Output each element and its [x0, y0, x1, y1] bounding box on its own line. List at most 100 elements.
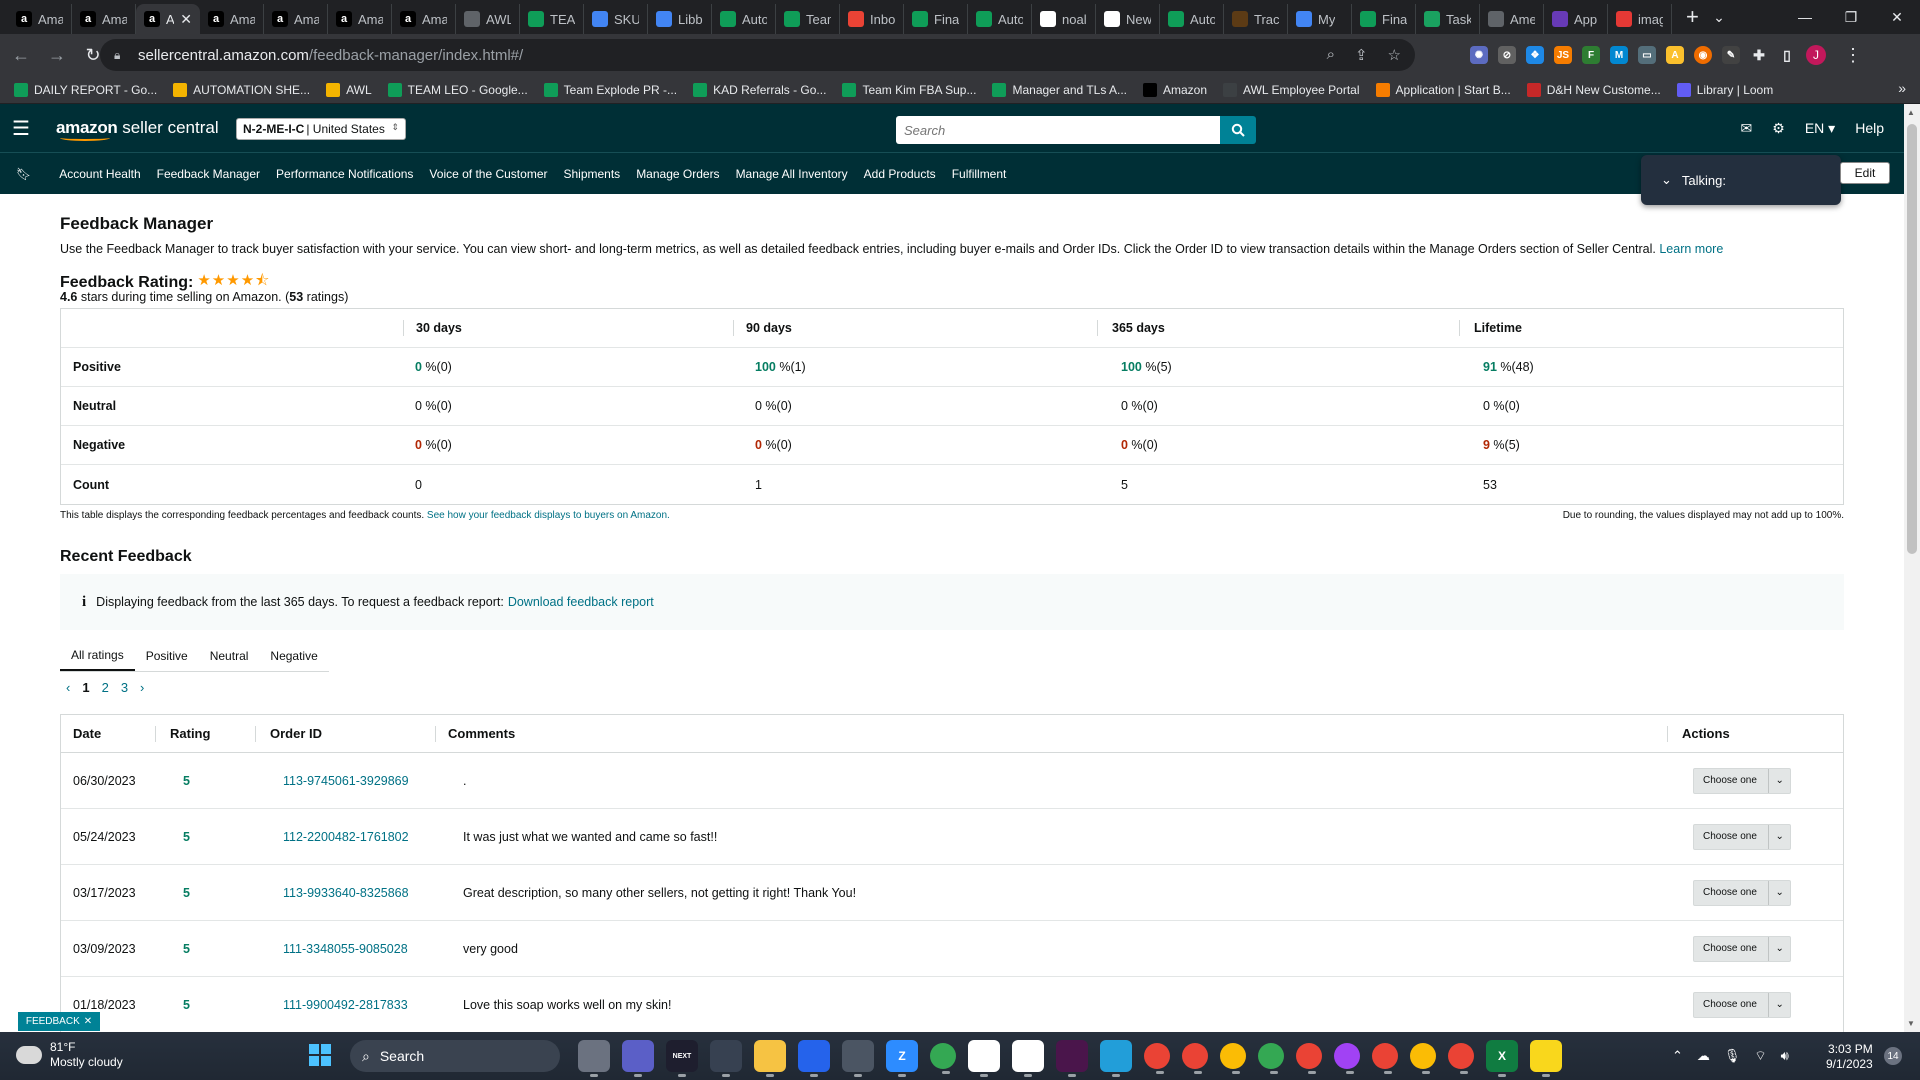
filter-tab[interactable]: Positive: [135, 640, 199, 671]
mail-icon[interactable]: ✉: [1741, 120, 1753, 137]
browser-tab[interactable]: Libb: [648, 4, 712, 34]
tab-search-icon[interactable]: ⌄: [1696, 9, 1742, 26]
close-icon[interactable]: ✕: [84, 1016, 92, 1027]
browser-tab[interactable]: SKU: [584, 4, 648, 34]
browser-tab[interactable]: Auto: [712, 4, 776, 34]
filter-tab[interactable]: All ratings: [60, 640, 135, 671]
extension-js-icon[interactable]: JS: [1554, 46, 1572, 64]
restore-icon[interactable]: ❐: [1828, 9, 1874, 26]
bookmark-nav-icon[interactable]: 🔖︎: [16, 167, 31, 181]
browser-tab[interactable]: a Ama: [72, 4, 136, 34]
action-dropdown[interactable]: Choose one ⌄: [1693, 823, 1791, 850]
url-bar[interactable]: 🔒︎ sellercentral.amazon.com/feedback-man…: [100, 39, 1415, 71]
side-panel-icon[interactable]: ▯: [1778, 46, 1796, 64]
extension-gear-icon[interactable]: ✺: [1470, 46, 1488, 64]
bookmark-item[interactable]: Application | Start B...: [1375, 82, 1511, 97]
bookmark-item[interactable]: Team Kim FBA Sup...: [842, 82, 976, 97]
marketplace-selector[interactable]: N-2-ME-I-C | United States ⇕: [236, 118, 406, 140]
page-scrollbar[interactable]: ▲ ▼: [1904, 104, 1920, 1032]
zoom-icon[interactable]: Z: [886, 1040, 918, 1077]
windows-start-icon[interactable]: [309, 1044, 331, 1066]
file-explorer-icon[interactable]: [578, 1040, 610, 1077]
next-icon[interactable]: NEXT: [666, 1040, 698, 1077]
nav-item[interactable]: Feedback Manager: [157, 167, 260, 181]
calculator-icon[interactable]: [842, 1040, 874, 1077]
browser-tab[interactable]: Fina: [904, 4, 968, 34]
nav-item[interactable]: Manage All Inventory: [736, 167, 848, 181]
chrome-icon[interactable]: [930, 1043, 956, 1074]
chrome-icon[interactable]: [1448, 1043, 1474, 1074]
chrome-icon[interactable]: [1334, 1043, 1360, 1074]
nav-item[interactable]: Manage Orders: [636, 167, 719, 181]
back-icon[interactable]: ←: [6, 45, 36, 66]
close-tab-icon[interactable]: ✕: [180, 11, 192, 28]
extension-ms-icon[interactable]: M: [1610, 46, 1628, 64]
page-link[interactable]: 2: [102, 680, 109, 695]
share-icon[interactable]: ⇪: [1355, 46, 1368, 64]
browser-tab[interactable]: a Ama: [392, 4, 456, 34]
calendar-icon[interactable]: [798, 1040, 830, 1077]
order-id-link[interactable]: 113-9933640-8325868: [255, 886, 435, 900]
bookmark-item[interactable]: Amazon: [1143, 82, 1207, 97]
browser-tab[interactable]: Auto: [968, 4, 1032, 34]
extension-dropbox-icon[interactable]: ❖: [1526, 46, 1544, 64]
bookmark-item[interactable]: AWL: [326, 82, 372, 97]
extension-a-icon[interactable]: A: [1666, 46, 1684, 64]
order-id-link[interactable]: 112-2200482-1761802: [255, 830, 435, 844]
extension-circle-icon[interactable]: ◉: [1694, 46, 1712, 64]
canva-icon[interactable]: [968, 1040, 1000, 1077]
chevron-left-icon[interactable]: ‹: [66, 680, 70, 695]
microphone-icon[interactable]: 🎙︎: [1724, 1048, 1741, 1064]
scrollbar-thumb[interactable]: [1907, 124, 1917, 554]
action-dropdown[interactable]: Choose one ⌄: [1693, 767, 1791, 794]
bookmark-item[interactable]: Manager and TLs A...: [992, 82, 1127, 97]
download-report-link[interactable]: Download feedback report: [508, 595, 654, 609]
nav-item[interactable]: Fulfillment: [952, 167, 1007, 181]
scroll-up-icon[interactable]: ▲: [1907, 108, 1915, 117]
page-link[interactable]: 3: [121, 680, 128, 695]
browser-tab[interactable]: a Ama: [328, 4, 392, 34]
filter-tab[interactable]: Neutral: [199, 640, 260, 671]
chevron-right-icon[interactable]: ›: [140, 680, 144, 695]
bookmark-item[interactable]: DAILY REPORT - Go...: [14, 82, 157, 97]
meet-icon[interactable]: [622, 1040, 654, 1077]
sticky-notes-icon[interactable]: [1530, 1040, 1562, 1077]
bookmark-star-icon[interactable]: ☆: [1388, 46, 1401, 64]
folder-icon[interactable]: [754, 1040, 786, 1077]
chrome-icon[interactable]: [1296, 1043, 1322, 1074]
browser-tab[interactable]: a A ✕: [136, 4, 200, 34]
browser-tab[interactable]: Fina: [1352, 4, 1416, 34]
nav-item[interactable]: Shipments: [563, 167, 620, 181]
chrome-icon[interactable]: [1182, 1043, 1208, 1074]
buyer-display-link[interactable]: See how your feedback displays to buyers…: [427, 510, 670, 521]
settings-gear-icon[interactable]: ⚙: [1772, 120, 1785, 137]
seller-central-logo[interactable]: amazon seller central: [56, 118, 219, 141]
browser-menu-icon[interactable]: ⋮: [1844, 45, 1862, 66]
edit-nav-button[interactable]: Edit: [1840, 162, 1890, 184]
scroll-down-icon[interactable]: ▼: [1907, 1019, 1915, 1028]
volume-icon[interactable]: 🔊︎: [1781, 1048, 1789, 1064]
chrome-icon[interactable]: [1410, 1043, 1436, 1074]
browser-tab[interactable]: Task: [1416, 4, 1480, 34]
slack-icon[interactable]: [1056, 1040, 1088, 1077]
close-window-icon[interactable]: ✕: [1874, 9, 1920, 26]
bookmark-item[interactable]: AUTOMATION SHE...: [173, 82, 310, 97]
order-id-link[interactable]: 113-9745061-3929869: [255, 774, 435, 788]
search-input[interactable]: [896, 116, 1220, 144]
extension-off-icon[interactable]: ⊘: [1498, 46, 1516, 64]
excel-icon[interactable]: X: [1486, 1040, 1518, 1077]
bookmark-item[interactable]: D&H New Custome...: [1526, 82, 1661, 97]
browser-tab[interactable]: App: [1544, 4, 1608, 34]
zoom-icon[interactable]: ⌕: [1327, 46, 1335, 64]
extension-window-icon[interactable]: ▭: [1638, 46, 1656, 64]
bookmark-item[interactable]: Library | Loom: [1676, 82, 1773, 97]
chevron-down-icon[interactable]: ⌄: [1661, 172, 1672, 188]
extension-pen-icon[interactable]: ✎: [1722, 46, 1740, 64]
browser-tab[interactable]: New: [1096, 4, 1160, 34]
hamburger-menu-icon[interactable]: ☰: [0, 116, 42, 141]
browser-tab[interactable]: a Ama: [200, 4, 264, 34]
browser-tab[interactable]: a Ama: [264, 4, 328, 34]
action-dropdown[interactable]: Choose one ⌄: [1693, 935, 1791, 962]
chart-app-icon[interactable]: [1012, 1040, 1044, 1077]
extensions-puzzle-icon[interactable]: ✚: [1750, 46, 1768, 64]
